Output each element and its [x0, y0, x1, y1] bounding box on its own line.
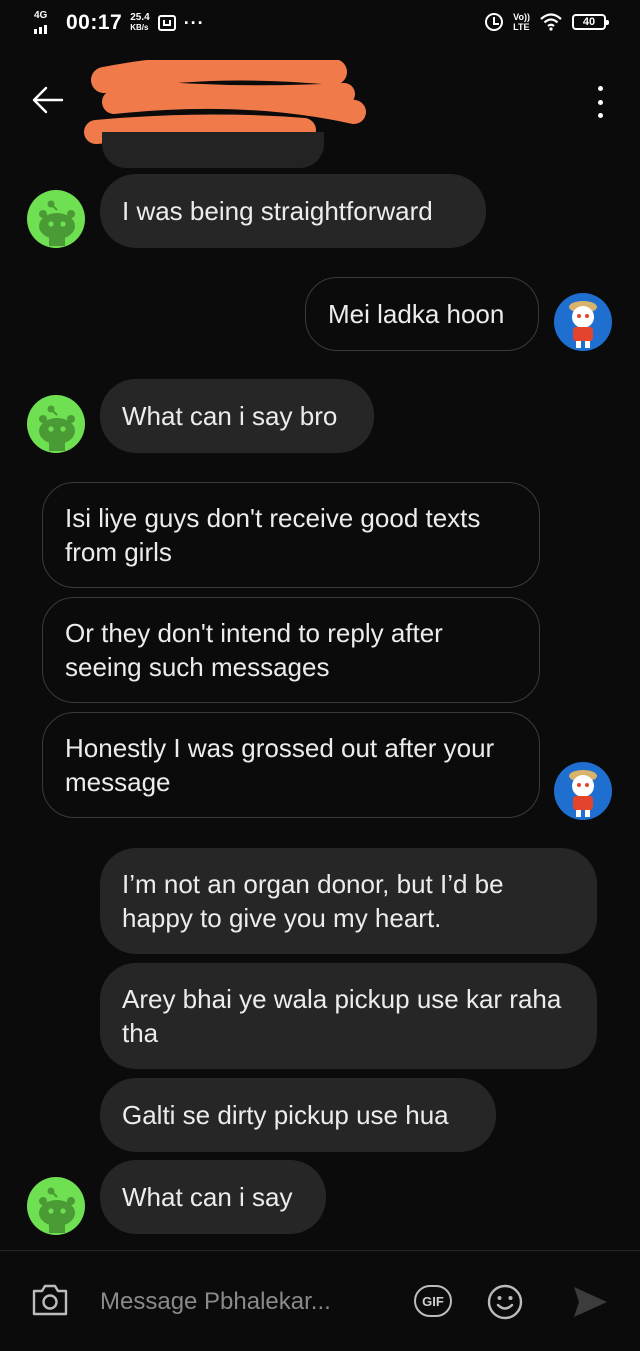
message-input[interactable] — [100, 1281, 390, 1323]
user-avatar[interactable] — [554, 762, 612, 820]
message-text: Or they don't intend to reply after seei… — [65, 618, 443, 682]
speed-value: 25.4 — [130, 12, 150, 23]
contact-avatar[interactable] — [27, 190, 85, 248]
smiley-icon — [487, 1284, 523, 1320]
user-avatar[interactable] — [554, 293, 612, 351]
reddit-snoo-icon — [569, 301, 597, 348]
camera-icon — [32, 1284, 68, 1316]
message-text: What can i say — [122, 1182, 293, 1212]
message-bubble-received[interactable]: Arey bhai ye wala pickup use kar raha th… — [100, 963, 597, 1069]
clock: 00:17 — [66, 11, 123, 34]
more-notifications-icon: ··· — [183, 12, 205, 33]
status-bar: 4G 00:17 25.4 KB/s ··· Vo)) LTE 40 — [0, 0, 640, 52]
message-bubble-sent[interactable]: Mei ladka hoon — [305, 277, 539, 351]
more-options-button[interactable] — [590, 84, 610, 120]
previous-message-bubble — [102, 132, 324, 168]
send-icon — [574, 1287, 607, 1317]
reddit-snoo-icon — [39, 1187, 75, 1233]
message-bubble-received[interactable]: What can i say bro — [100, 379, 374, 453]
signal-icon: 4G — [34, 10, 58, 36]
emoji-button[interactable] — [486, 1283, 524, 1321]
message-bubble-received[interactable]: Galti se dirty pickup use hua — [100, 1078, 496, 1152]
reddit-snoo-icon — [569, 770, 597, 817]
volte-label: Vo)) — [513, 12, 530, 22]
message-text: I was being straightforward — [122, 196, 433, 226]
gif-label: GIF — [422, 1293, 444, 1309]
message-text: I’m not an organ donor, but I’d be happy… — [122, 869, 504, 933]
reddit-snoo-icon — [39, 405, 75, 451]
message-bubble-received[interactable]: I’m not an organ donor, but I’d be happy… — [100, 848, 597, 954]
back-arrow-icon — [32, 86, 64, 114]
message-composer: GIF — [0, 1251, 640, 1351]
notification-message-icon — [157, 15, 176, 31]
message-bubble-received[interactable]: What can i say — [100, 1160, 326, 1234]
message-bubble-sent[interactable]: Honestly I was grossed out after your me… — [42, 712, 540, 818]
contact-avatar[interactable] — [27, 1177, 85, 1235]
message-text: Mei ladka hoon — [328, 299, 505, 329]
message-text: Honestly I was grossed out after your me… — [65, 733, 495, 797]
battery-icon: 40 — [572, 14, 609, 30]
wifi-icon — [540, 13, 562, 31]
message-text: What can i say bro — [122, 401, 338, 431]
camera-button[interactable] — [30, 1283, 70, 1317]
alarm-icon — [485, 13, 504, 31]
battery-level: 40 — [582, 16, 596, 28]
message-text: Arey bhai ye wala pickup use kar raha th… — [122, 984, 562, 1048]
message-bubble-received[interactable]: I was being straightforward — [100, 174, 486, 248]
send-button[interactable] — [570, 1283, 610, 1321]
message-text: Galti se dirty pickup use hua — [122, 1100, 449, 1130]
contact-avatar[interactable] — [27, 395, 85, 453]
network-speed: 25.4 KB/s — [130, 13, 149, 33]
message-bubble-sent[interactable]: Or they don't intend to reply after seei… — [42, 597, 540, 703]
speed-unit: KB/s — [130, 23, 149, 32]
gif-button[interactable]: GIF — [414, 1285, 452, 1317]
reddit-snoo-icon — [39, 200, 75, 246]
message-text: Isi liye guys don't receive good texts f… — [65, 503, 481, 567]
back-button[interactable] — [30, 82, 70, 122]
volte-indicator: Vo)) LTE — [513, 12, 530, 32]
lte-label: LTE — [513, 22, 530, 32]
message-bubble-sent[interactable]: Isi liye guys don't receive good texts f… — [42, 482, 540, 588]
network-type: 4G — [34, 10, 48, 21]
